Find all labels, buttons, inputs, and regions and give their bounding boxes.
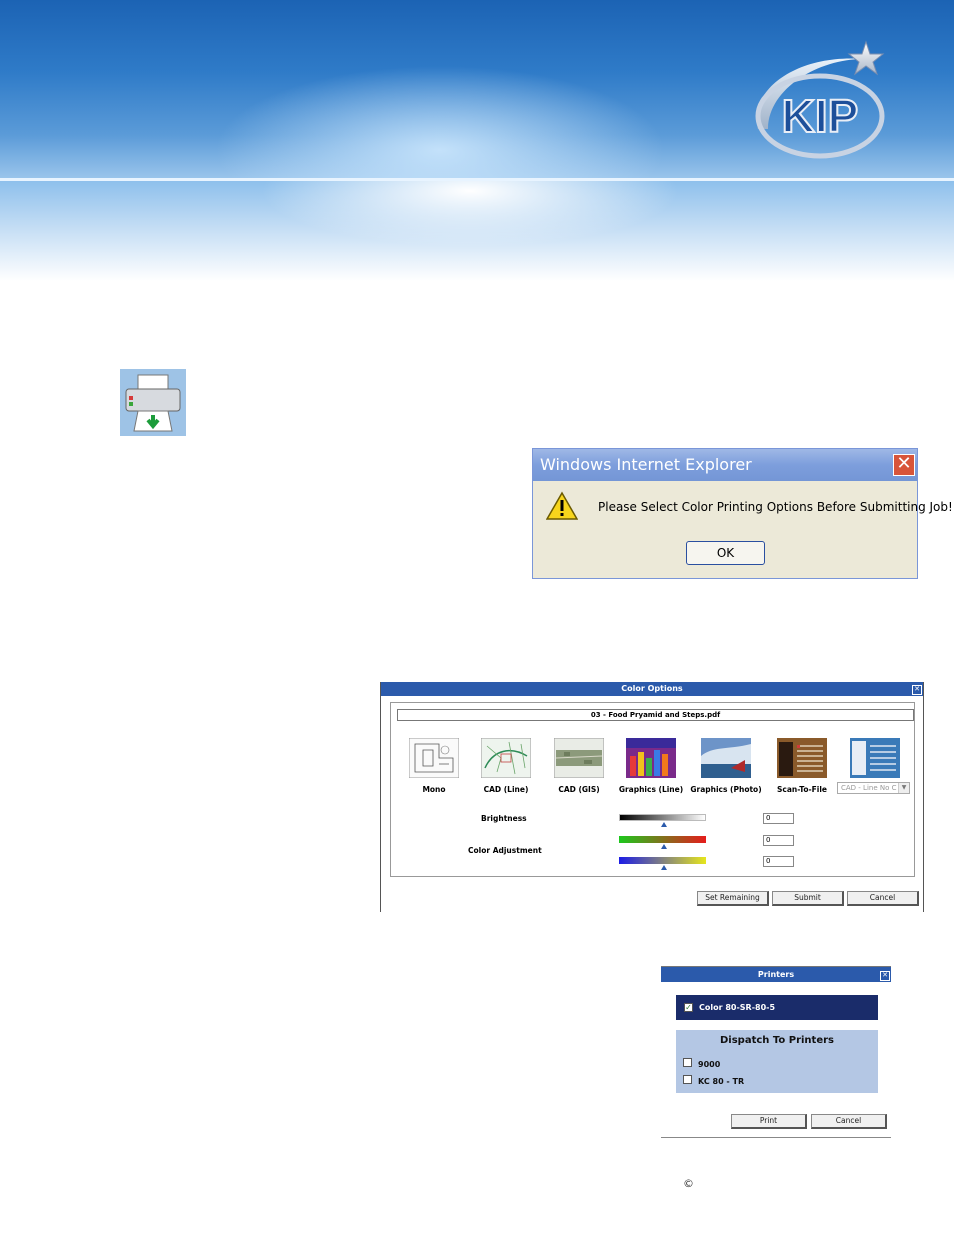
brightness-label: Brightness — [481, 814, 527, 823]
selected-printer-checkbox[interactable]: ✓ — [684, 1003, 693, 1012]
dispatch-item-9000: 9000 — [698, 1060, 721, 1069]
color-value-input-1[interactable]: 0 — [763, 835, 794, 846]
selected-printer-label: Color 80-SR-80-5 — [699, 1003, 776, 1012]
logo-text: KIP — [782, 90, 859, 142]
chevron-down-icon: ▼ — [898, 783, 909, 793]
color-slider-green-red-handle[interactable] — [661, 844, 667, 849]
file-name: 03 - Food Pryamid and Steps.pdf — [397, 709, 914, 721]
color-options-title-bar: Color Options ✕ — [381, 682, 923, 696]
banner-fade — [0, 181, 954, 281]
print-button[interactable]: Print — [731, 1114, 807, 1129]
color-adjustment-label: Color Adjustment — [468, 846, 542, 855]
preset-custom-thumbnail[interactable] — [850, 738, 900, 778]
preset-select[interactable]: CAD - Line No C ▼ — [837, 782, 910, 794]
dialog-title-bar[interactable]: Windows Internet Explorer ✕ — [533, 449, 917, 481]
dialog-title: Windows Internet Explorer — [540, 455, 752, 474]
set-remaining-button[interactable]: Set Remaining — [697, 891, 769, 906]
preset-mono-thumbnail[interactable] — [409, 738, 459, 778]
preset-graphics-line-thumbnail[interactable] — [626, 738, 676, 778]
close-icon[interactable]: ✕ — [912, 685, 922, 695]
print-icon[interactable] — [120, 369, 186, 436]
printers-dialog: Printers ✕ ✓ Color 80-SR-80-5 Dispatch T… — [661, 966, 891, 1138]
color-value-input-2[interactable]: 0 — [763, 856, 794, 867]
preset-scan-to-file-label: Scan-To-File — [777, 785, 827, 794]
dialog-message: Please Select Color Printing Options Bef… — [598, 500, 953, 514]
preset-cad-line-thumbnail[interactable] — [481, 738, 531, 778]
printers-cancel-button[interactable]: Cancel — [811, 1114, 887, 1129]
dispatch-item-kc80: KC 80 - TR — [698, 1077, 745, 1086]
dispatch-title: Dispatch To Printers — [720, 1035, 834, 1046]
printers-title-bar: Printers ✕ — [661, 966, 891, 982]
color-slider-blue-yellow-handle[interactable] — [661, 865, 667, 870]
dispatch-checkbox-9000[interactable] — [683, 1058, 692, 1067]
preset-select-value: CAD - Line No C — [841, 784, 897, 792]
submit-button[interactable]: Submit — [772, 891, 844, 906]
ie-alert-dialog: Windows Internet Explorer ✕ Please Selec… — [532, 448, 953, 579]
brightness-slider[interactable] — [619, 814, 706, 821]
kip-logo: KIP — [755, 40, 885, 159]
color-options-panel: 03 - Food Pryamid and Steps.pdf Mono CAD… — [390, 702, 915, 877]
preset-cad-gis-thumbnail[interactable] — [554, 738, 604, 778]
preset-graphics-photo-thumbnail[interactable] — [701, 738, 751, 778]
preset-scan-to-file-thumbnail[interactable] — [777, 738, 827, 778]
printers-title: Printers — [757, 970, 795, 979]
copyright-symbol: © — [683, 1177, 694, 1190]
dispatch-checkbox-kc80[interactable] — [683, 1075, 692, 1084]
selected-printer-row[interactable]: ✓ Color 80-SR-80-5 — [676, 995, 878, 1020]
dispatch-printers-box: Dispatch To Printers 9000 KC 80 - TR — [676, 1030, 878, 1093]
cancel-button[interactable]: Cancel — [847, 891, 919, 906]
color-options-title: Color Options — [621, 684, 683, 693]
brightness-value-input[interactable]: 0 — [763, 813, 794, 824]
brightness-slider-handle[interactable] — [661, 822, 667, 827]
color-options-dialog: Color Options ✕ 03 - Food Pryamid and St… — [380, 682, 924, 912]
close-icon[interactable]: ✕ — [880, 971, 890, 981]
ok-button[interactable]: OK — [686, 541, 765, 565]
close-icon[interactable]: ✕ — [893, 454, 915, 476]
color-slider-green-red[interactable] — [619, 836, 706, 843]
warning-icon — [546, 491, 578, 520]
color-slider-blue-yellow[interactable] — [619, 857, 706, 864]
